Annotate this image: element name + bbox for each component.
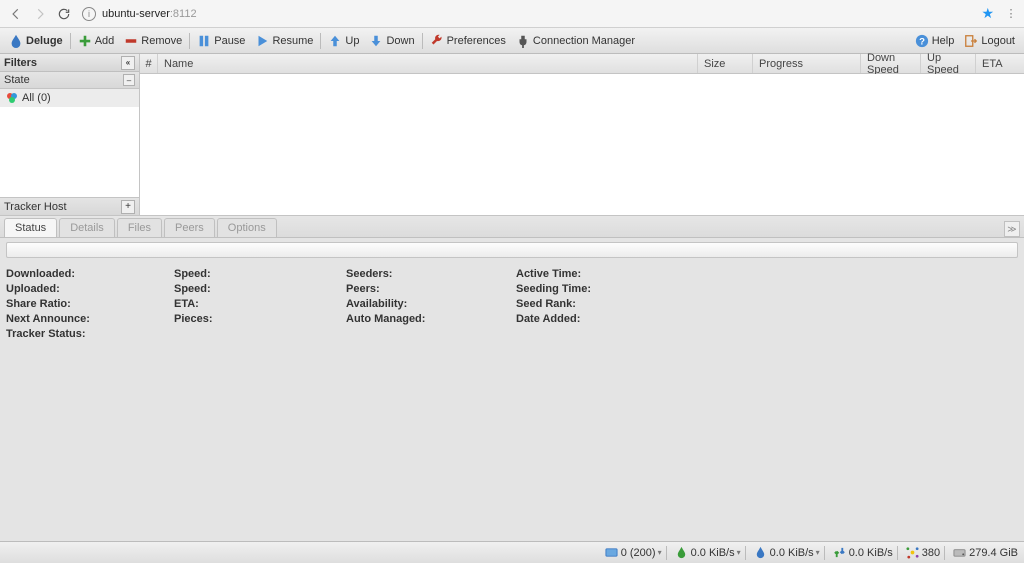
dht-icon xyxy=(906,546,919,559)
upload-drop-icon xyxy=(754,546,767,559)
label-peers: Peers: xyxy=(346,283,516,295)
label-downloaded: Downloaded: xyxy=(6,268,174,280)
wrench-icon xyxy=(430,34,444,48)
tab-collapse-button[interactable]: ≫ xyxy=(1004,221,1020,237)
collapse-state-button[interactable]: – xyxy=(123,74,135,86)
label-uploaded: Uploaded: xyxy=(6,283,174,295)
col-down-speed[interactable]: Down Speed xyxy=(861,54,921,73)
svg-text:?: ? xyxy=(919,36,925,47)
sb-protocol-traffic[interactable]: 0.0 KiB/s xyxy=(833,546,893,559)
label-eta: ETA: xyxy=(174,298,346,310)
label-seeding-time: Seeding Time: xyxy=(516,283,686,295)
sb-dht-nodes[interactable]: 380 xyxy=(906,546,940,559)
logout-icon xyxy=(964,34,978,48)
remove-button[interactable]: Remove xyxy=(119,30,187,52)
help-icon: ? xyxy=(915,34,929,48)
all-filter-icon xyxy=(6,92,18,104)
main-area: Filters « State – All (0) Tracker Host +… xyxy=(0,54,1024,215)
label-active-time: Active Time: xyxy=(516,268,686,280)
download-drop-icon xyxy=(675,546,688,559)
address-bar[interactable]: i ubuntu-server:8112 xyxy=(82,7,981,21)
tab-files[interactable]: Files xyxy=(117,218,162,237)
logout-button[interactable]: Logout xyxy=(959,30,1020,52)
app-title[interactable]: Deluge xyxy=(4,30,68,52)
url-host: ubuntu-server xyxy=(102,8,170,20)
filters-header: Filters « xyxy=(0,54,139,72)
col-num[interactable]: # xyxy=(140,54,158,73)
col-eta[interactable]: ETA xyxy=(976,54,1024,73)
preferences-button[interactable]: Preferences xyxy=(425,30,511,52)
pause-icon xyxy=(197,34,211,48)
label-speed-up: Speed: xyxy=(174,283,346,295)
arrow-down-icon xyxy=(369,34,383,48)
reload-button[interactable] xyxy=(52,2,76,26)
deluge-icon xyxy=(9,34,23,48)
tracker-host-header[interactable]: Tracker Host + xyxy=(0,197,139,215)
tab-details[interactable]: Details xyxy=(59,218,115,237)
label-share-ratio: Share Ratio: xyxy=(6,298,174,310)
status-bar: 0 (200)▾ 0.0 KiB/s▾ 0.0 KiB/s▾ 0.0 KiB/s… xyxy=(0,541,1024,563)
col-name[interactable]: Name xyxy=(158,54,698,73)
state-section-header[interactable]: State – xyxy=(0,72,139,89)
sidebar-spacer xyxy=(0,107,139,197)
label-tracker-status: Tracker Status: xyxy=(6,328,174,340)
plug-icon xyxy=(516,34,530,48)
details-panel: Status Details Files Peers Options ≫ Dow… xyxy=(0,215,1024,541)
minus-icon xyxy=(124,34,138,48)
add-button[interactable]: Add xyxy=(73,30,120,52)
torrent-progress-bar xyxy=(6,242,1018,258)
grid-body[interactable] xyxy=(140,74,1024,215)
collapse-sidebar-button[interactable]: « xyxy=(121,56,135,70)
torrent-grid: # Name Size Progress Down Speed Up Speed… xyxy=(140,54,1024,215)
label-availability: Availability: xyxy=(346,298,516,310)
tab-options[interactable]: Options xyxy=(217,218,277,237)
col-size[interactable]: Size xyxy=(698,54,753,73)
status-grid: Downloaded: Uploaded: Share Ratio: Next … xyxy=(0,262,1024,346)
label-auto-managed: Auto Managed: xyxy=(346,313,516,325)
filters-sidebar: Filters « State – All (0) Tracker Host + xyxy=(0,54,140,215)
connections-icon xyxy=(605,546,618,559)
help-button[interactable]: ?Help xyxy=(910,30,960,52)
label-pieces: Pieces: xyxy=(174,313,346,325)
col-progress[interactable]: Progress xyxy=(753,54,861,73)
disk-icon xyxy=(953,546,966,559)
back-button[interactable] xyxy=(4,2,28,26)
expand-tracker-button[interactable]: + xyxy=(121,200,135,214)
sb-connections[interactable]: 0 (200)▾ xyxy=(605,546,662,559)
sb-download-speed[interactable]: 0.0 KiB/s▾ xyxy=(675,546,741,559)
browser-menu-button[interactable]: ⋮ xyxy=(1002,2,1020,26)
label-seeders: Seeders: xyxy=(346,268,516,280)
url-port: :8112 xyxy=(170,8,197,20)
tab-status[interactable]: Status xyxy=(4,218,57,237)
resume-button[interactable]: Resume xyxy=(250,30,318,52)
details-tabs: Status Details Files Peers Options ≫ xyxy=(0,216,1024,238)
traffic-icon xyxy=(833,546,846,559)
label-seed-rank: Seed Rank: xyxy=(516,298,686,310)
filter-all[interactable]: All (0) xyxy=(0,89,139,107)
bookmark-star-icon[interactable]: ★ xyxy=(981,5,994,22)
progress-row xyxy=(0,238,1024,262)
grid-header: # Name Size Progress Down Speed Up Speed… xyxy=(140,54,1024,74)
connection-manager-button[interactable]: Connection Manager xyxy=(511,30,640,52)
browser-chrome: i ubuntu-server:8112 ★ ⋮ xyxy=(0,0,1024,28)
label-next-announce: Next Announce: xyxy=(6,313,174,325)
sb-upload-speed[interactable]: 0.0 KiB/s▾ xyxy=(754,546,820,559)
app-toolbar: Deluge Add Remove Pause Resume Up Down P… xyxy=(0,28,1024,54)
arrow-up-icon xyxy=(328,34,342,48)
play-icon xyxy=(255,34,269,48)
col-up-speed[interactable]: Up Speed xyxy=(921,54,976,73)
label-date-added: Date Added: xyxy=(516,313,686,325)
sb-free-space: 279.4 GiB xyxy=(953,546,1018,559)
tab-peers[interactable]: Peers xyxy=(164,218,215,237)
up-button[interactable]: Up xyxy=(323,30,364,52)
forward-button[interactable] xyxy=(28,2,52,26)
pause-button[interactable]: Pause xyxy=(192,30,250,52)
down-button[interactable]: Down xyxy=(364,30,419,52)
label-speed-down: Speed: xyxy=(174,268,346,280)
info-icon: i xyxy=(82,7,96,21)
plus-icon xyxy=(78,34,92,48)
